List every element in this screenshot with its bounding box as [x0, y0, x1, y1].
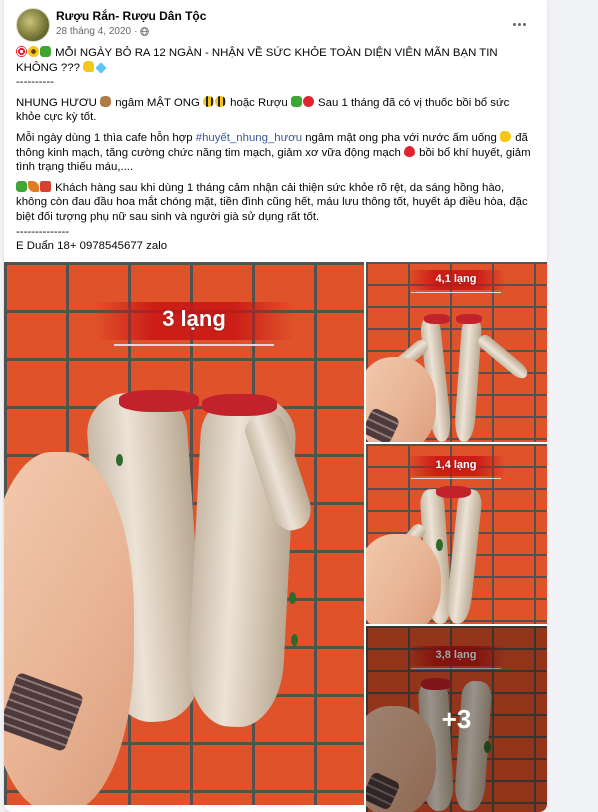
divider-text: --------------: [16, 225, 70, 238]
divider-text: ----------: [16, 76, 54, 89]
more-photos-count: +3: [441, 703, 472, 734]
hashtag-link[interactable]: #huyết_nhung_hươu: [196, 132, 302, 144]
facebook-post: Rượu Rắn- Rượu Dân Tộc 28 tháng 4, 2020 …: [4, 0, 547, 812]
thumbnail-photo-3[interactable]: 3,8 lạng +3: [366, 626, 547, 812]
main-photo-weight-label: 3 lạng: [162, 306, 226, 331]
main-photo[interactable]: 3 lạng: [4, 262, 364, 805]
maple-leaf-emoji-icon: [40, 180, 51, 192]
clover-emoji-icon: [290, 95, 302, 107]
headline-paragraph: MỖI NGÀY BỎ RA 12 NGÀN - NHẬN VỀ SỨC KHỎ…: [16, 46, 536, 75]
muscle-emoji-icon: [83, 60, 95, 72]
target-emoji-icon: [16, 46, 27, 57]
usage-text-b: ngâm mật ong pha với nước ấm uống: [305, 131, 497, 144]
more-photos-overlay[interactable]: +3: [366, 626, 547, 812]
heart-emoji-icon: [403, 145, 415, 157]
hand: [4, 452, 134, 805]
bee-emoji-icon: [215, 95, 226, 107]
contact-text: E Duẩn 18+ 0978545677 zalo: [16, 240, 168, 253]
more-options-icon: [512, 22, 516, 26]
meta-separator: ·: [134, 26, 138, 37]
thumbnail-photo-1[interactable]: 4,1 lạng: [366, 262, 547, 442]
pointing-hand-emoji-icon: [500, 130, 512, 142]
post-header: Rượu Rắn- Rượu Dân Tộc 28 tháng 4, 2020 …: [16, 8, 535, 44]
testimonial-text: Khách hàng sau khi dùng 1 tháng cảm nhận…: [16, 181, 528, 223]
clover-emoji-icon: [40, 46, 51, 57]
post-date[interactable]: 28 tháng 4, 2020: [56, 26, 131, 37]
photo-grid: 3 lạng 4,1 lạng 1,4 lạng 3,8 lạng +3: [4, 262, 547, 812]
page-avatar[interactable]: [16, 8, 50, 42]
more-options-button[interactable]: [507, 12, 531, 36]
page-name[interactable]: Rượu Rắn- Rượu Dân Tộc: [56, 9, 206, 23]
thumbnail-1-weight-label: 4,1 lạng: [435, 273, 477, 285]
globe-icon[interactable]: [140, 27, 150, 36]
bee-emoji-icon: [203, 95, 214, 107]
usage-paragraph: Mỗi ngày dùng 1 thìa cafe hỗn hợp #huyết…: [16, 130, 536, 175]
diamond-emoji-icon: [95, 61, 107, 74]
clover-emoji-icon: [16, 180, 27, 192]
post-body: MỖI NGÀY BỎ RA 12 NGÀN - NHẬN VỀ SỨC KHỎ…: [16, 46, 536, 254]
rose-emoji-icon: [302, 95, 314, 107]
leaf-emoji-icon: [28, 180, 39, 192]
deer-emoji-icon: [100, 95, 112, 107]
testimonial-paragraph: Khách hàng sau khi dùng 1 tháng cảm nhận…: [16, 180, 536, 225]
product-name: NHUNG HƯƠU: [16, 96, 97, 109]
thumbnail-photo-2[interactable]: 1,4 lạng: [366, 444, 547, 624]
post-meta: 28 tháng 4, 2020 ·: [56, 26, 150, 37]
product-text-wine: hoặc Rượu: [230, 96, 288, 109]
sunflower-emoji-icon: [28, 46, 39, 57]
product-text-honey: ngâm MẬT ONG: [115, 96, 200, 109]
product-paragraph: NHUNG HƯƠU ngâm MẬT ONG hoặc Rượu Sau 1 …: [16, 95, 536, 125]
thumbnail-2-weight-label: 1,4 lạng: [435, 459, 477, 471]
usage-text-a: Mỗi ngày dùng 1 thìa cafe hỗn hợp: [16, 131, 193, 144]
